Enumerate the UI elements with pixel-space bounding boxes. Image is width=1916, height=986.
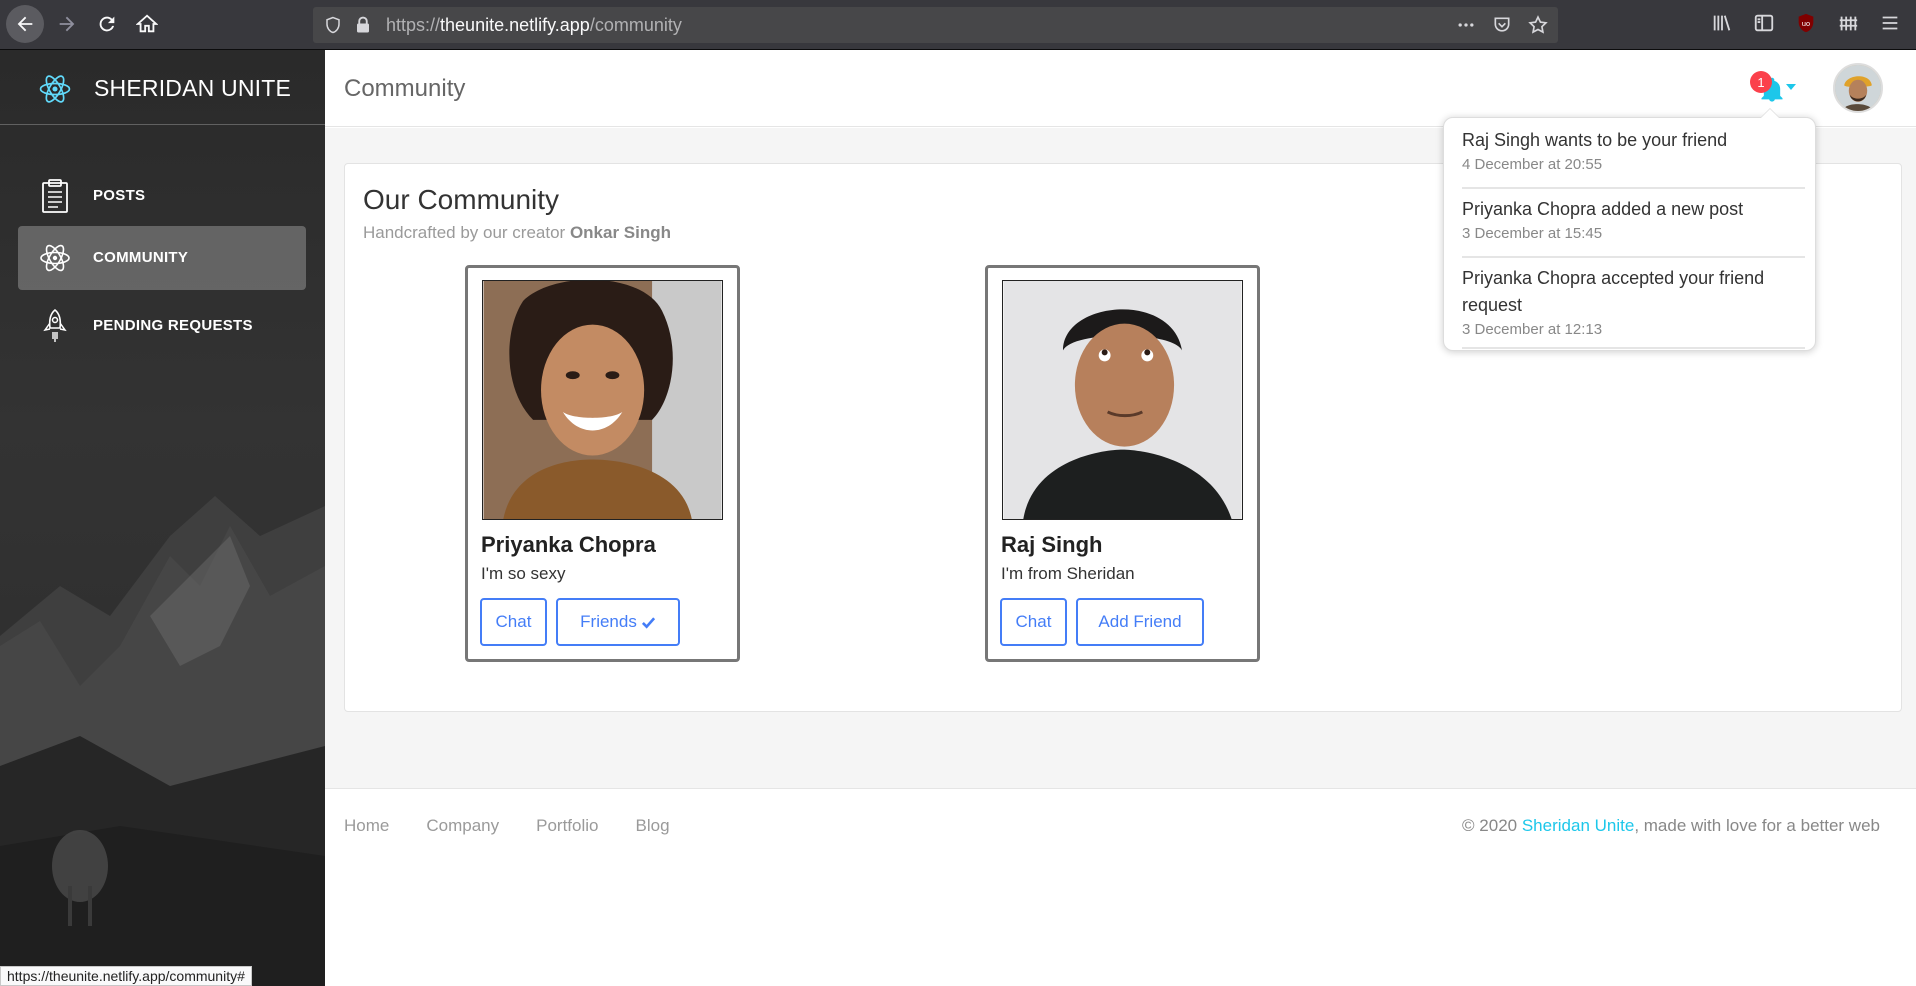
notification-time: 3 December at 15:45 [1462, 225, 1603, 242]
footer-link-blog[interactable]: Blog [636, 816, 670, 836]
friends-button-label: Friends [580, 612, 637, 631]
notifications-button[interactable]: 1 [1750, 68, 1798, 108]
add-friend-button[interactable]: Add Friend [1076, 598, 1204, 646]
svg-text:uo: uo [1802, 19, 1810, 28]
copyright-suffix: , made with love for a better web [1634, 816, 1880, 835]
reload-button[interactable] [88, 5, 126, 43]
notifications-dropdown: Raj Singh wants to be your friend 4 Dece… [1443, 108, 1816, 351]
sidebar: SHERIDAN UNITE POSTS COMMUNITY PENDING R… [0, 50, 325, 986]
footer-link-portfolio[interactable]: Portfolio [536, 816, 598, 836]
notification-text: Priyanka Chopra added a new post [1462, 199, 1744, 219]
home-button[interactable] [128, 5, 166, 43]
profile-photo [482, 280, 723, 520]
person-card: Priyanka Chopra I'm so sexy Chat Friends [465, 265, 740, 662]
url-host: theunite.netlify.app [440, 15, 590, 35]
copyright-prefix: © 2020 [1462, 816, 1518, 835]
notification-text: Priyanka Chopra accepted your friend req… [1462, 268, 1765, 315]
atom-icon [40, 244, 70, 272]
card-subtitle: Handcrafted by our creator Onkar Singh [363, 223, 671, 243]
browser-toolbar: https://theunite.netlify.app/community u… [0, 0, 1916, 50]
back-button[interactable] [6, 5, 44, 43]
sidebar-brand[interactable]: SHERIDAN UNITE [0, 50, 325, 125]
menu-button[interactable] [1876, 9, 1904, 37]
check-icon [641, 616, 655, 629]
sidebar-icon [1754, 14, 1774, 32]
footer-link-home[interactable]: Home [344, 816, 389, 836]
person-name: Raj Singh [1001, 532, 1103, 557]
subtitle-prefix: Handcrafted by our creator [363, 223, 566, 242]
reload-icon [99, 16, 115, 32]
sidebar-item-community[interactable]: COMMUNITY [18, 226, 306, 290]
library-icon [1713, 15, 1731, 31]
chat-button[interactable]: Chat [1000, 598, 1067, 646]
friends-button[interactable]: Friends [556, 598, 680, 646]
fence-icon [1839, 16, 1858, 31]
creator-name: Onkar Singh [569, 223, 672, 242]
chat-button[interactable]: Chat [480, 598, 547, 646]
notification-time: 3 December at 12:13 [1462, 321, 1603, 338]
notification-text: Raj Singh wants to be your friend [1462, 130, 1728, 150]
sidebar-item-label: COMMUNITY [93, 249, 189, 266]
sidebar-background-image [0, 496, 325, 986]
library-button[interactable] [1708, 9, 1736, 37]
pocket-icon [1494, 17, 1510, 32]
url-path: /community [589, 15, 682, 35]
copyright: © 2020 Sheridan Unite, made with love fo… [1462, 816, 1880, 836]
lock-icon[interactable] [355, 16, 371, 34]
url-scheme: https:// [386, 15, 441, 35]
user-avatar[interactable] [1833, 63, 1883, 113]
footer-link-company[interactable]: Company [426, 816, 499, 836]
copyright-brand-link[interactable]: Sheridan Unite [1522, 816, 1634, 835]
hamburger-icon [1882, 16, 1898, 30]
more-horizontal-icon [1458, 23, 1474, 27]
ublock-icon: uo [1798, 13, 1814, 33]
chevron-down-icon [1786, 84, 1796, 90]
person-bio: I'm so sexy [481, 564, 566, 583]
notification-count-badge: 1 [1750, 71, 1772, 93]
sidebar-item-label: POSTS [93, 187, 146, 204]
brand-name: SHERIDAN UNITE [94, 75, 292, 101]
footer-nav: Home Company Portfolio Blog [344, 816, 670, 836]
profile-image [1003, 281, 1242, 519]
sidebar-item-label: PENDING REQUESTS [93, 317, 253, 334]
url-text[interactable]: https://theunite.netlify.app/community [386, 15, 682, 36]
page-actions-button[interactable] [1454, 13, 1478, 37]
bookmark-button[interactable] [1526, 13, 1550, 37]
forward-button[interactable] [48, 5, 86, 43]
pocket-button[interactable] [1490, 13, 1514, 37]
person-bio: I'm from Sheridan [1001, 564, 1135, 583]
page-title: Community [344, 75, 466, 102]
arrow-right-icon [59, 16, 75, 32]
home-icon [136, 14, 158, 33]
status-bar-url: https://theunite.netlify.app/community# [0, 966, 252, 986]
top-navbar: Community 1 [325, 50, 1916, 127]
person-name: Priyanka Chopra [481, 532, 656, 557]
rocket-icon [43, 308, 67, 342]
sidebar-item-pending-requests[interactable]: PENDING REQUESTS [18, 294, 306, 358]
url-bar[interactable]: https://theunite.netlify.app/community [313, 7, 1558, 43]
person-card: Raj Singh I'm from Sheridan Chat Add Fri… [985, 265, 1260, 662]
star-icon [1528, 15, 1548, 34]
avatar-image [1835, 65, 1881, 111]
notification-item[interactable]: Priyanka Chopra accepted your friend req… [1462, 265, 1805, 349]
clipboard-icon [42, 179, 68, 213]
profile-image [483, 281, 722, 519]
notification-item[interactable]: Priyanka Chopra added a new post 3 Decem… [1462, 196, 1805, 258]
notification-item[interactable]: Raj Singh wants to be your friend 4 Dece… [1462, 127, 1805, 189]
footer: Home Company Portfolio Blog © 2020 Sheri… [325, 788, 1916, 986]
sidebar-item-posts[interactable]: POSTS [18, 164, 306, 228]
extension-button[interactable] [1834, 9, 1862, 37]
shield-icon[interactable] [324, 16, 342, 34]
sidebar-toggle-button[interactable] [1750, 9, 1778, 37]
react-logo-icon [39, 75, 71, 103]
arrow-left-icon [17, 16, 33, 32]
ublock-button[interactable]: uo [1792, 9, 1820, 37]
notification-time: 4 December at 20:55 [1462, 156, 1603, 173]
card-title: Our Community [363, 184, 560, 215]
profile-photo [1002, 280, 1243, 520]
